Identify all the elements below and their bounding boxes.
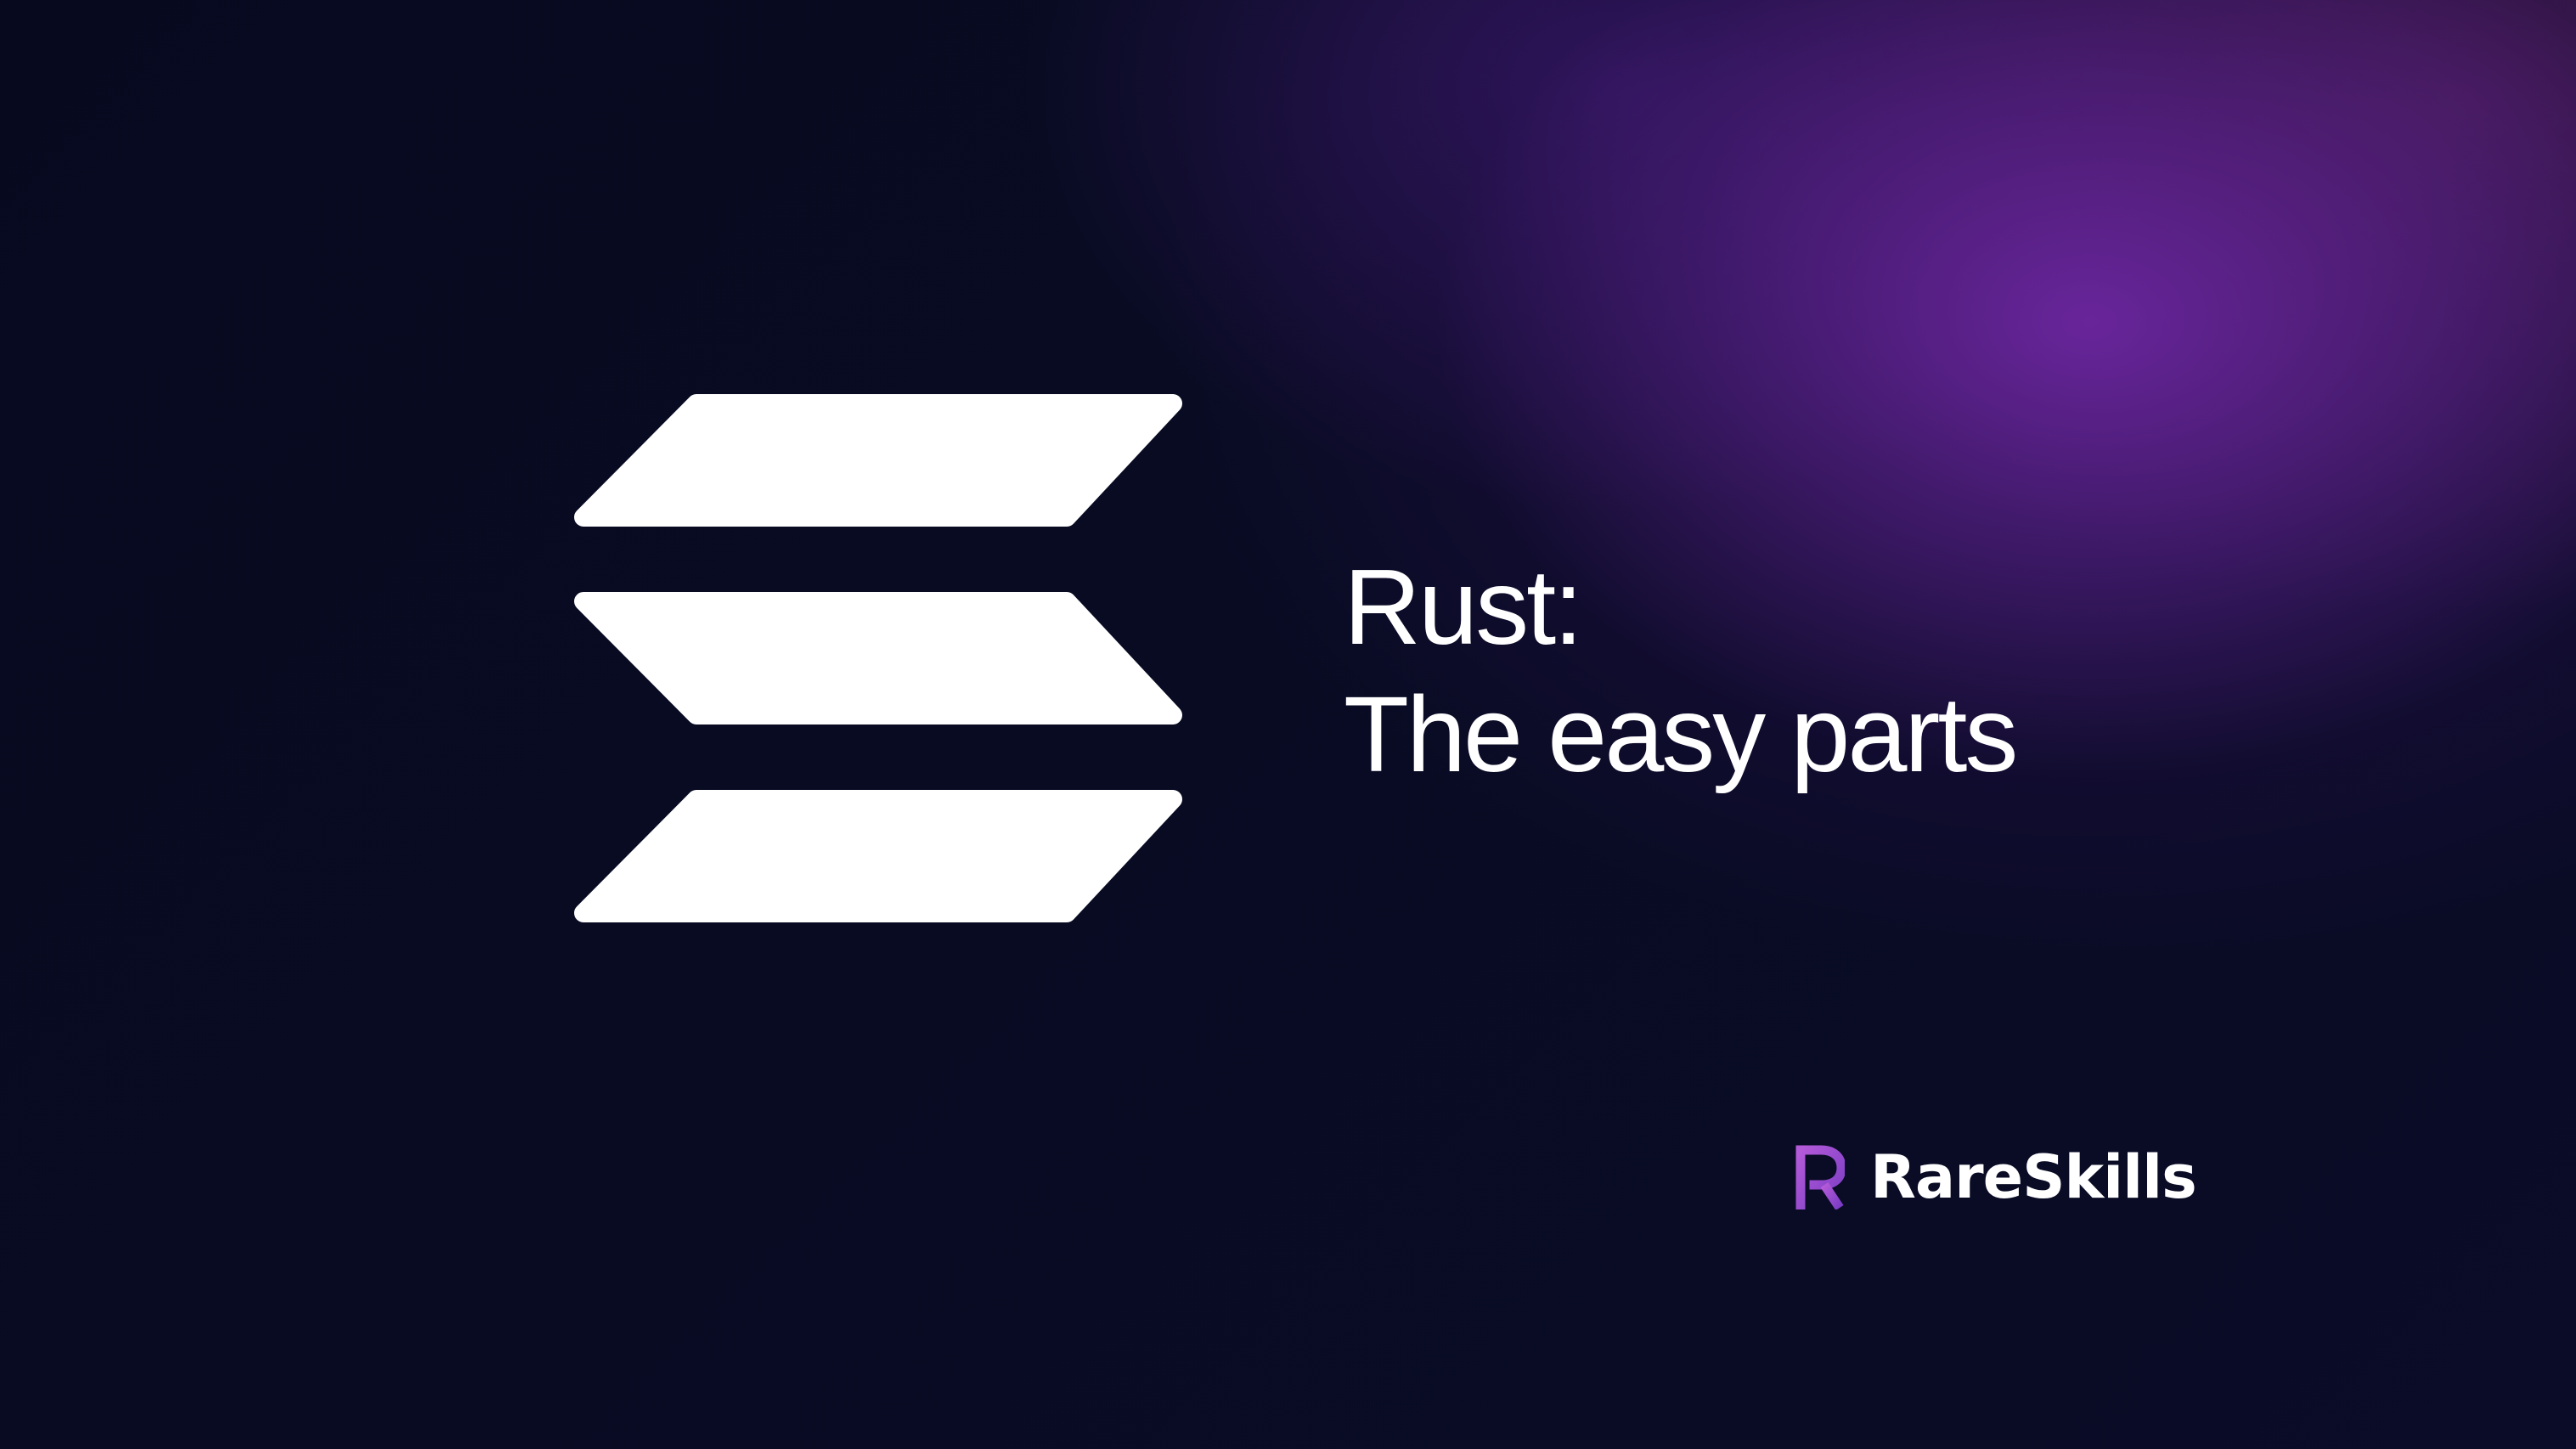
logo-bar-bottom: [574, 790, 1182, 922]
brand-name: RareSkills: [1870, 1142, 2197, 1212]
slide-title: Rust: The easy parts: [1344, 544, 2018, 798]
logo-bar-top: [574, 394, 1182, 527]
background-gradient: [0, 0, 2576, 1449]
brand-logo: RareSkills: [1795, 1142, 2197, 1213]
logo-bar-middle: [574, 592, 1182, 724]
solana-logo-icon: [574, 394, 1182, 922]
title-line-2: The easy parts: [1344, 674, 2018, 794]
rareskills-r-icon: [1795, 1145, 1845, 1209]
title-line-1: Rust:: [1344, 547, 1583, 667]
